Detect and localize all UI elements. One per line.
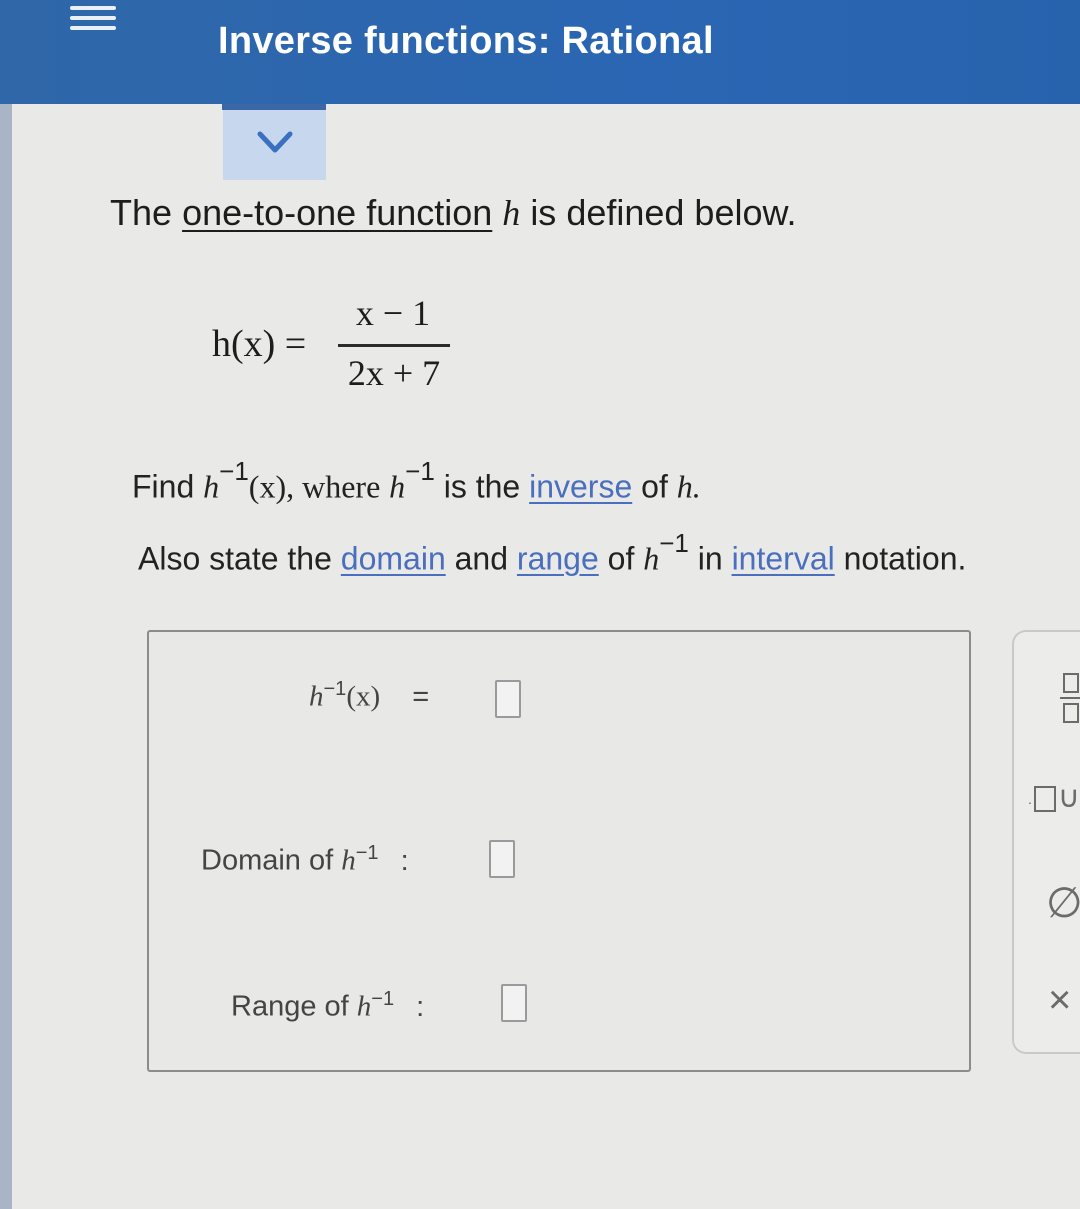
domain-variable: h xyxy=(341,844,356,877)
interval-link[interactable]: interval xyxy=(732,541,835,577)
is-the-text: is the xyxy=(443,468,521,505)
also-text: Also state the xyxy=(138,540,332,577)
where-superscript: −1 xyxy=(405,456,435,486)
find-line: Find h−1(x), where h−1 is the inverse of… xyxy=(132,456,701,506)
domain-row: Domain of h−1 : xyxy=(201,842,409,878)
domain-link[interactable]: domain xyxy=(341,541,446,577)
domain-colon: : xyxy=(400,844,409,877)
of-variable: h. xyxy=(676,468,701,505)
intro-variable: h xyxy=(502,193,521,233)
range-colon: : xyxy=(416,990,425,1023)
find-variable: h xyxy=(203,468,220,505)
intro-text: The xyxy=(110,192,173,233)
empty-set-symbol: ∅ xyxy=(1046,879,1080,926)
inverse-argument: (x) xyxy=(346,680,381,713)
clear-symbol: × xyxy=(1048,978,1072,1022)
problem-intro: The one-to-one function h is defined bel… xyxy=(110,192,797,234)
find-argument: (x), where xyxy=(248,468,381,505)
of-variable-2: h xyxy=(643,540,660,577)
inverse-variable: h xyxy=(309,680,324,713)
left-sidebar-strip xyxy=(0,104,12,1209)
find-text: Find xyxy=(132,468,195,505)
where-variable: h xyxy=(389,468,406,505)
domain-label: Domain of xyxy=(201,844,334,877)
one-to-one-link[interactable]: one-to-one function xyxy=(182,192,492,233)
fraction-denominator: 2x + 7 xyxy=(347,353,441,393)
of-text-2: of xyxy=(607,540,635,577)
inverse-input[interactable] xyxy=(495,680,521,718)
chevron-down-icon xyxy=(257,131,293,153)
notation-text: notation. xyxy=(843,540,967,577)
inverse-superscript: −1 xyxy=(323,678,347,700)
domain-input[interactable] xyxy=(489,840,515,878)
union-symbol: ∪ xyxy=(1057,781,1080,814)
of-text: of xyxy=(641,468,668,505)
range-variable: h xyxy=(356,990,372,1023)
empty-set-icon[interactable]: ∅ xyxy=(1046,878,1080,927)
answer-box: h−1(x) = Domain of h−1 : Range of h−1 : xyxy=(147,630,971,1072)
and-text: and xyxy=(454,540,509,577)
find-superscript: −1 xyxy=(219,456,249,486)
function-lhs: h(x) = xyxy=(212,323,307,365)
inverse-link[interactable]: inverse xyxy=(529,469,632,505)
top-header: Inverse functions: Rational xyxy=(0,0,1080,104)
intro-text-end: is defined below. xyxy=(530,192,797,233)
fraction-bar xyxy=(338,344,450,347)
of-superscript-2: −1 xyxy=(659,528,689,558)
math-tool-panel: . ∪ ∅ × xyxy=(1012,630,1080,1054)
fraction-numerator: x − 1 xyxy=(355,293,431,333)
range-label: Range of xyxy=(231,990,349,1023)
collapse-button[interactable] xyxy=(223,110,326,180)
fraction-icon[interactable] xyxy=(1058,670,1080,726)
page-title: Inverse functions: Rational xyxy=(218,20,714,62)
domain-superscript: −1 xyxy=(355,842,379,864)
menu-icon[interactable] xyxy=(70,6,122,44)
clear-icon[interactable]: × xyxy=(1048,978,1071,1023)
equals-sign: = xyxy=(412,680,430,713)
range-link[interactable]: range xyxy=(517,541,599,577)
also-line: Also state the domain and range of h−1 i… xyxy=(138,528,967,578)
range-superscript: −1 xyxy=(371,988,395,1010)
inverse-row: h−1(x) = xyxy=(309,678,429,714)
range-row: Range of h−1 : xyxy=(231,988,424,1024)
in-text: in xyxy=(697,540,723,577)
union-icon[interactable]: . ∪ xyxy=(1028,780,1080,815)
range-input[interactable] xyxy=(501,984,527,1022)
